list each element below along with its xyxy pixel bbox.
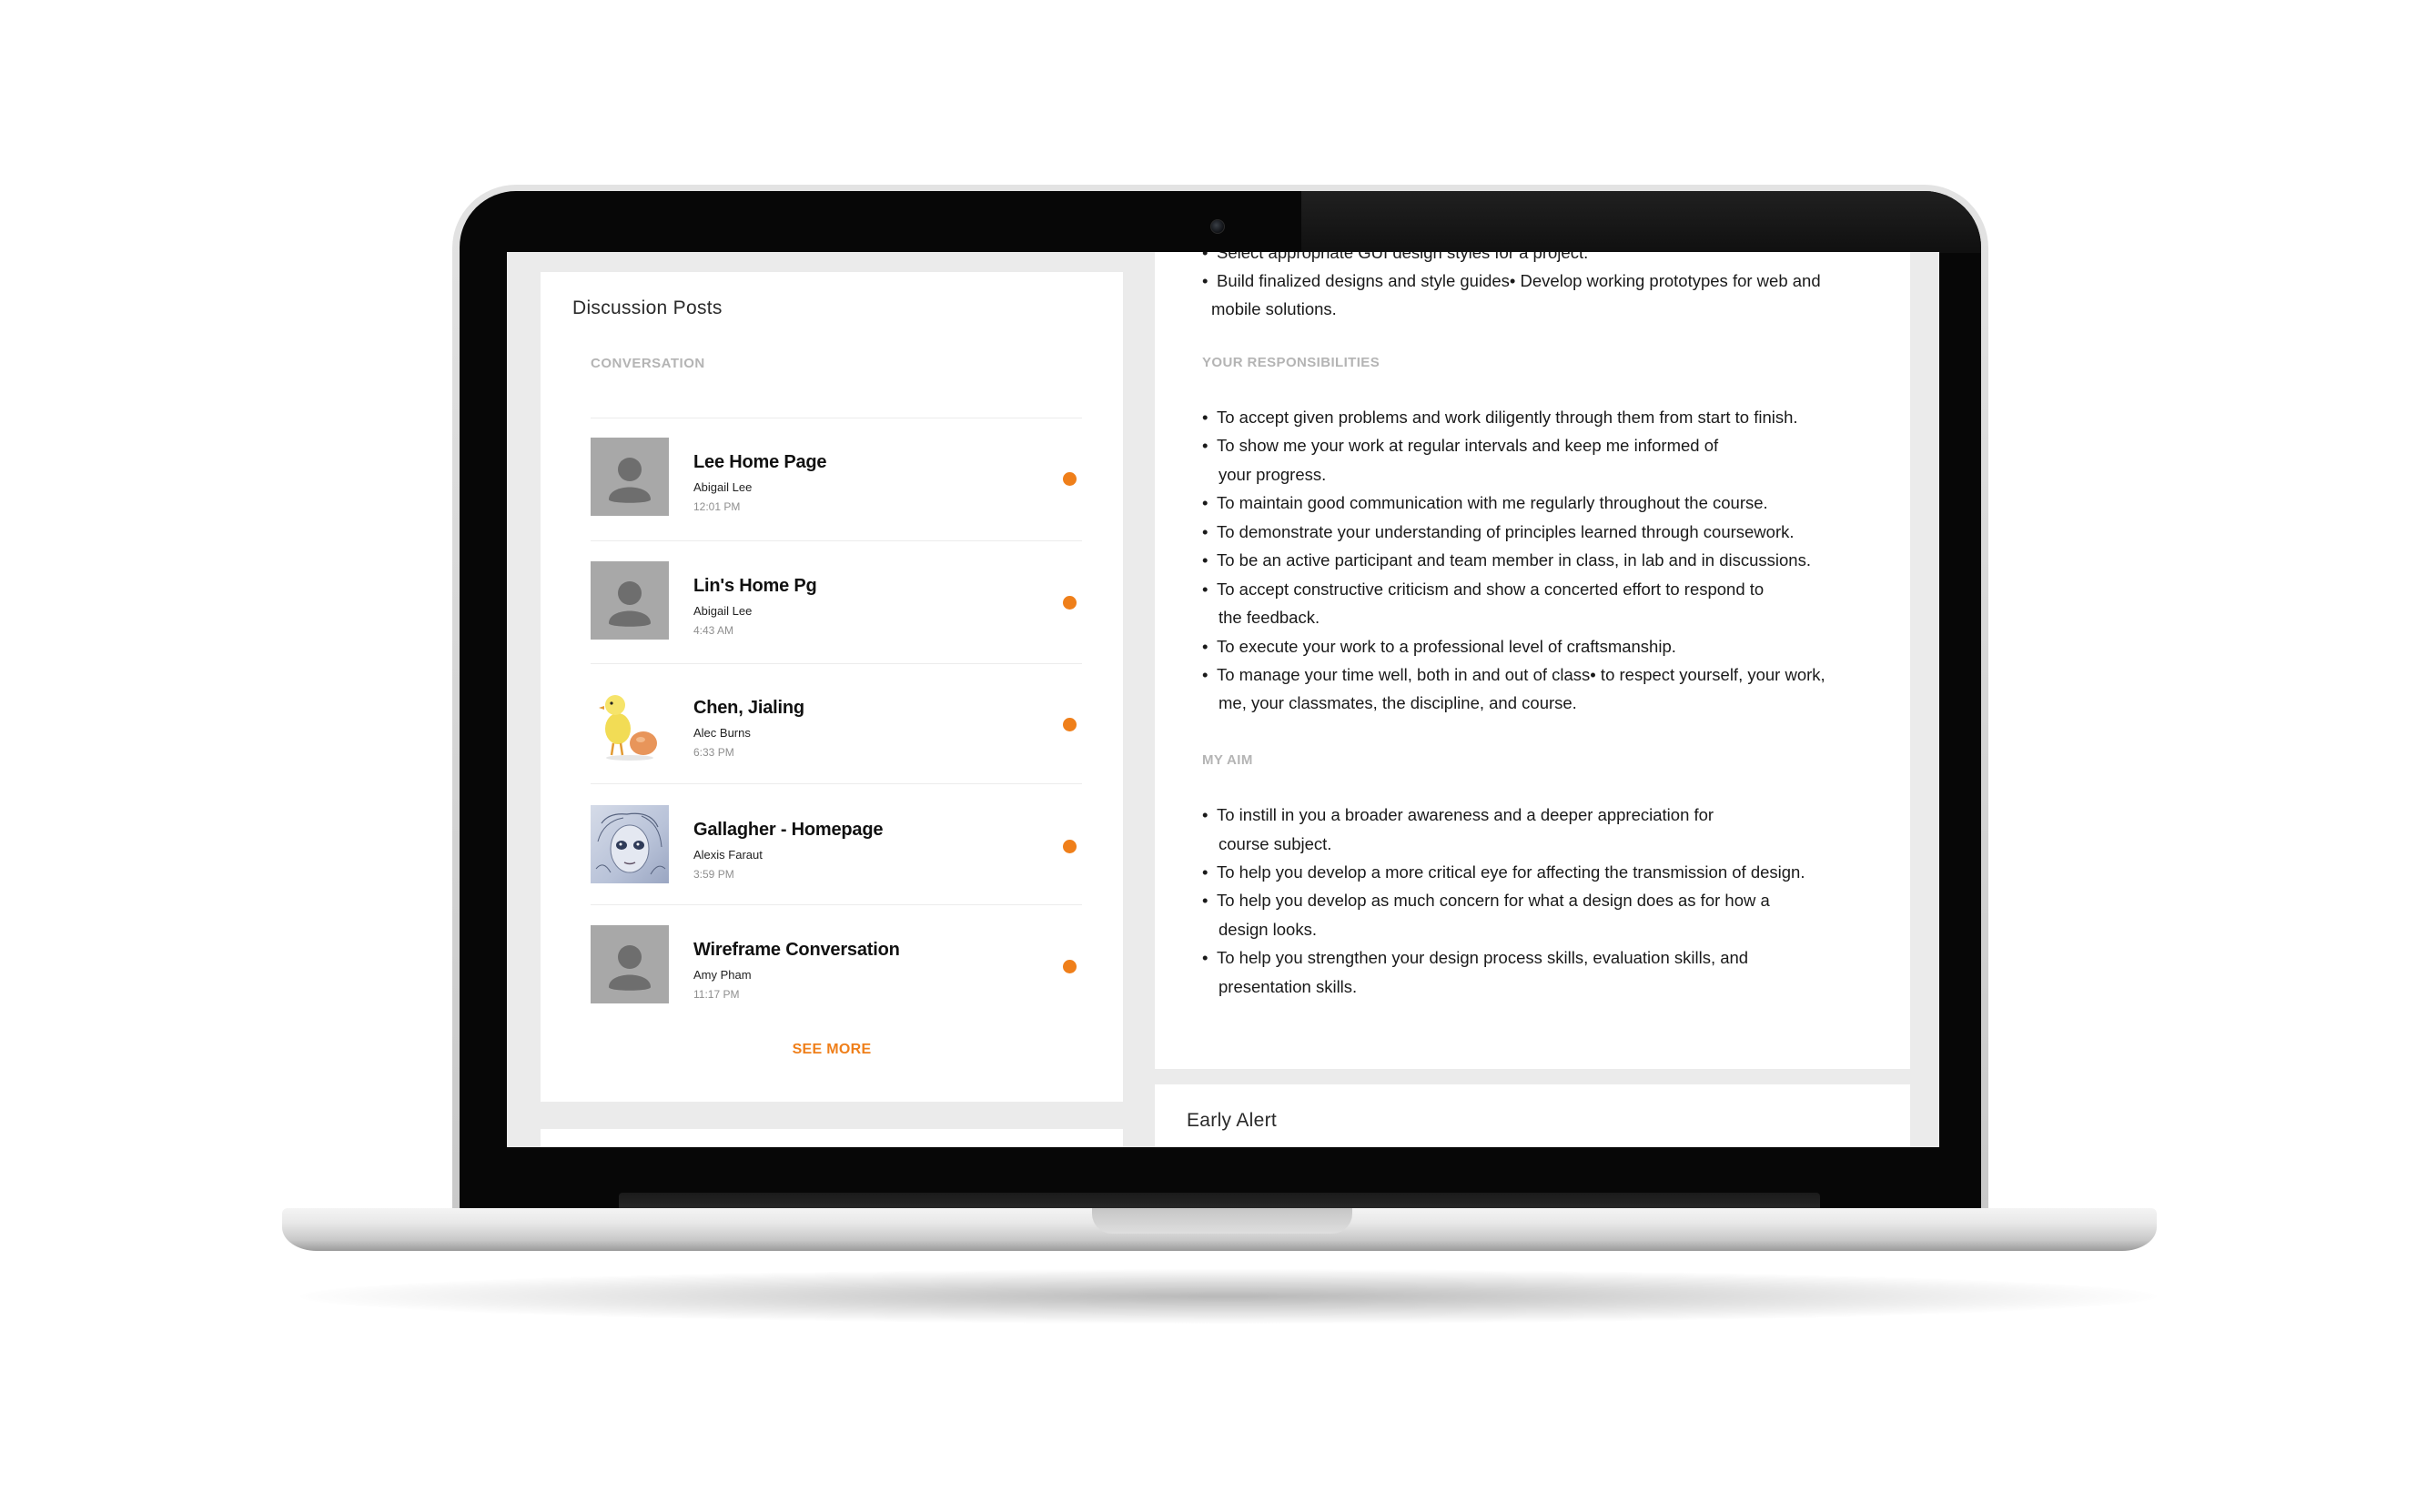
responsibilities-heading: YOUR RESPONSIBILITIES (1202, 355, 1380, 370)
generic-user-avatar-icon (591, 561, 669, 640)
post-title: Lee Home Page (693, 452, 827, 472)
list-item: • To show me your work at regular interva… (1202, 436, 1719, 455)
conversation-label: CONVERSATION (591, 356, 705, 371)
post-author: Abigail Lee (693, 480, 753, 494)
post-time: 6:33 PM (693, 746, 734, 759)
screen: Discussion Posts CONVERSATION Lee Home P… (507, 252, 1939, 1147)
post-title: Wireframe Conversation (693, 940, 900, 960)
post-title: Lin's Home Pg (693, 576, 817, 596)
sketch-face-avatar-icon (591, 805, 669, 883)
discussion-posts-title: Discussion Posts (572, 297, 723, 318)
post-author: Alexis Faraut (693, 848, 763, 862)
divider (591, 904, 1082, 905)
divider (591, 783, 1082, 784)
chick-with-egg-avatar-icon (591, 683, 669, 761)
list-item: • To maintain good communication with me … (1202, 493, 1768, 512)
list-item: • To be an active participant and team me… (1202, 550, 1811, 570)
list-item: • To help you develop a more critical eye… (1202, 862, 1805, 882)
laptop-shadow (300, 1269, 2157, 1324)
unread-dot-icon (1063, 960, 1077, 973)
post-time: 12:01 PM (693, 500, 741, 513)
list-item: • To accept constructive criticism and sh… (1202, 580, 1765, 599)
unread-dot-icon (1063, 718, 1077, 731)
early-alert-card: Early Alert (1155, 1084, 1910, 1147)
post-item[interactable]: Lin's Home Pg Abigail Lee 4:43 AM (591, 561, 1082, 643)
unread-dot-icon (1063, 596, 1077, 610)
list-item: • To instill in you a broader awareness a… (1202, 805, 1714, 824)
my-aim-heading: MY AIM (1202, 752, 1253, 768)
post-item[interactable]: Gallagher - Homepage Alexis Faraut 3:59 … (591, 805, 1082, 887)
list-item: design looks. (1219, 920, 1317, 939)
objective-line: • Build finalized designs and style guide… (1202, 271, 1821, 290)
generic-user-avatar-icon (591, 925, 669, 1003)
post-time: 11:17 PM (693, 988, 740, 1001)
objective-line: mobile solutions. (1211, 299, 1337, 318)
list-item: the feedback. (1219, 608, 1320, 627)
unread-dot-icon (1063, 840, 1077, 853)
next-card-partial (541, 1129, 1123, 1147)
post-item[interactable]: Lee Home Page Abigail Lee 12:01 PM (591, 438, 1082, 519)
list-item: • To execute your work to a professional … (1202, 637, 1676, 656)
divider (591, 540, 1082, 541)
list-item: • To help you strengthen your design proc… (1202, 948, 1749, 967)
list-item: your progress. (1219, 465, 1327, 484)
post-title: Gallagher - Homepage (693, 820, 884, 840)
bezel-glare (1301, 191, 1981, 253)
list-item: • To demonstrate your understanding of pr… (1202, 522, 1795, 541)
laptop-notch (1092, 1208, 1352, 1234)
post-time: 3:59 PM (693, 868, 734, 881)
objective-line: • Select appropriate GUI design styles fo… (1202, 252, 1589, 262)
post-author: Alec Burns (693, 726, 751, 740)
post-title: Chen, Jialing (693, 698, 804, 718)
divider (591, 663, 1082, 664)
list-item: • To accept given problems and work dilig… (1202, 408, 1798, 427)
post-item[interactable]: Chen, Jialing Alec Burns 6:33 PM (591, 683, 1082, 765)
post-item[interactable]: Wireframe Conversation Amy Pham 11:17 PM (591, 925, 1082, 1007)
list-item: me, your classmates, the discipline, and… (1219, 693, 1577, 712)
early-alert-title: Early Alert (1187, 1110, 1277, 1131)
unread-dot-icon (1063, 472, 1077, 486)
generic-user-avatar-icon (591, 438, 669, 516)
list-item: • To manage your time well, both in and o… (1202, 665, 1825, 684)
post-author: Amy Pham (693, 968, 752, 982)
post-time: 4:43 AM (693, 624, 734, 637)
list-item: course subject. (1219, 834, 1332, 853)
syllabus-card: • Select appropriate GUI design styles fo… (1155, 252, 1910, 1069)
see-more-link[interactable]: SEE MORE (541, 1042, 1123, 1058)
list-item: • To help you develop as much concern for… (1202, 891, 1770, 910)
list-item: presentation skills. (1219, 977, 1358, 996)
webcam-icon (1210, 219, 1225, 234)
discussion-posts-card: Discussion Posts CONVERSATION Lee Home P… (541, 272, 1123, 1102)
post-author: Abigail Lee (693, 604, 753, 618)
